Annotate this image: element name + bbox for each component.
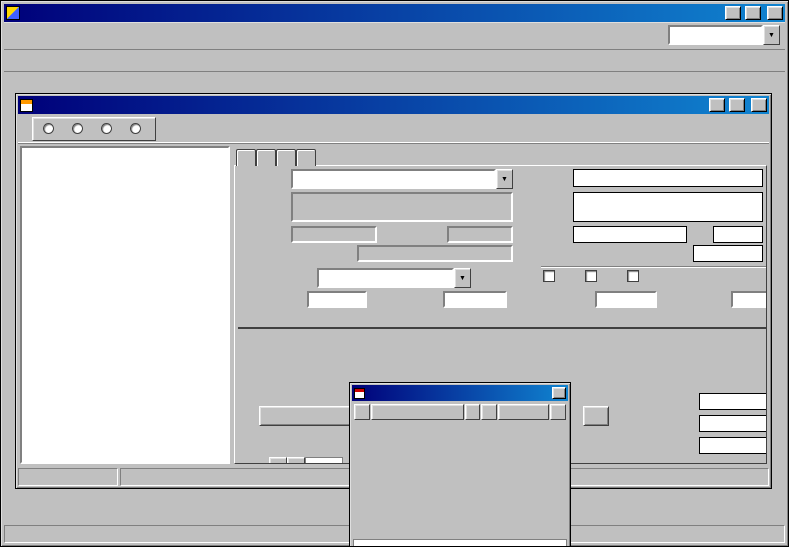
menu-file[interactable] [4,58,20,64]
radio-icon [130,123,141,134]
extended-price-header [624,312,767,327]
discount-header [566,312,624,327]
checkbox-icon [543,270,555,282]
shipped-date-field[interactable] [731,291,767,308]
brand-status [18,468,118,486]
carrier-checkboxes [543,270,643,282]
menu-strumenti[interactable] [100,58,116,64]
bill-to-combo[interactable]: ▼ [291,169,513,189]
previous-month-button[interactable] [354,404,370,420]
tab-orders[interactable] [296,149,316,166]
tab-categories[interactable] [236,149,256,166]
chevron-down-icon[interactable]: ▼ [454,268,471,288]
field-selector-combo[interactable]: ▼ [668,25,780,45]
ship-to-field[interactable] [573,169,763,187]
menu-finestra[interactable] [116,58,132,64]
app-icon [6,6,20,20]
chevron-down-icon[interactable]: ▼ [496,169,513,189]
partial-covered-button[interactable] [583,406,609,426]
checkbox-united[interactable] [585,270,601,282]
radio-icon [101,123,112,134]
admin-titlebar [18,96,769,114]
subtotal-field [699,393,767,410]
maximize-button[interactable] [745,6,761,20]
bill-to-value[interactable] [291,169,496,189]
menubar [4,50,785,72]
order-details-grid [238,312,767,329]
close-button[interactable] [767,6,783,20]
ship-city-field[interactable] [573,226,687,243]
bill-city-field[interactable] [291,226,377,243]
admin-maximize-button[interactable] [729,98,745,112]
first-record-icon[interactable] [269,457,287,465]
radio-context[interactable] [101,123,116,134]
radio-default[interactable] [72,123,87,134]
menu-modifica[interactable] [20,58,36,64]
calendar-help-box [353,539,567,547]
chevron-down-icon[interactable]: ▼ [763,25,780,45]
main-titlebar [4,4,785,22]
calendar-window [349,382,571,547]
grid-body [238,327,767,329]
previous-record-icon[interactable] [287,457,305,465]
ship-country-field[interactable] [693,245,763,262]
radio-latest[interactable] [43,123,58,134]
calendar-icon [354,388,365,399]
previous-year-button[interactable] [481,404,497,420]
admin-window-icon [20,99,33,112]
order-id-field[interactable] [307,291,367,308]
bill-postal-field[interactable] [447,226,513,243]
calendar-nav [354,404,566,421]
menu-show-me[interactable] [148,58,164,64]
product-header [238,312,508,327]
ship-via-divider [541,266,766,267]
tab-employees[interactable] [256,149,276,166]
main-window: ▼ [0,0,789,547]
salesperson-combo[interactable]: ▼ [317,268,471,288]
checkbox-federal[interactable] [627,270,643,282]
menu-inserisci[interactable] [52,58,68,64]
freight-field [699,415,767,432]
radio-icon [43,123,54,134]
admin-minimize-button[interactable] [709,98,725,112]
required-date-field[interactable] [595,291,657,308]
grid-header-row [238,312,767,327]
radio-arrow[interactable] [130,123,145,134]
view-options-panel [32,117,156,141]
menu-help[interactable] [132,58,148,64]
record-number-box[interactable] [305,457,343,465]
radio-icon [72,123,83,134]
menu-formato[interactable] [68,58,84,64]
checkbox-icon [585,270,597,282]
menu-visualizza[interactable] [36,58,52,64]
month-label [371,404,464,420]
ship-address-field[interactable] [573,192,763,222]
bill-country-field[interactable] [357,245,513,262]
form-tabstrip [234,146,767,166]
tab-customers[interactable] [276,149,296,166]
calendar-titlebar [352,385,568,401]
checkbox-speedy[interactable] [543,270,559,282]
bill-address-field[interactable] [291,192,513,222]
quantity-header [508,312,566,327]
admin-close-button[interactable] [751,98,767,112]
menu-record[interactable] [84,58,100,64]
calendar-close-button[interactable] [552,387,566,399]
checkbox-icon [627,270,639,282]
order-date-field[interactable] [443,291,507,308]
mdi-area: ▼ [4,72,785,524]
year-label [498,404,549,420]
ship-postal-field[interactable] [713,226,763,243]
next-year-button[interactable] [550,404,566,420]
next-month-button[interactable] [465,404,481,420]
salesperson-value[interactable] [317,268,454,288]
total-field [699,437,767,454]
navigation-tree [20,146,230,464]
field-selector-value[interactable] [668,25,763,45]
minimize-button[interactable] [725,6,741,20]
admin-toolbar [18,114,769,144]
